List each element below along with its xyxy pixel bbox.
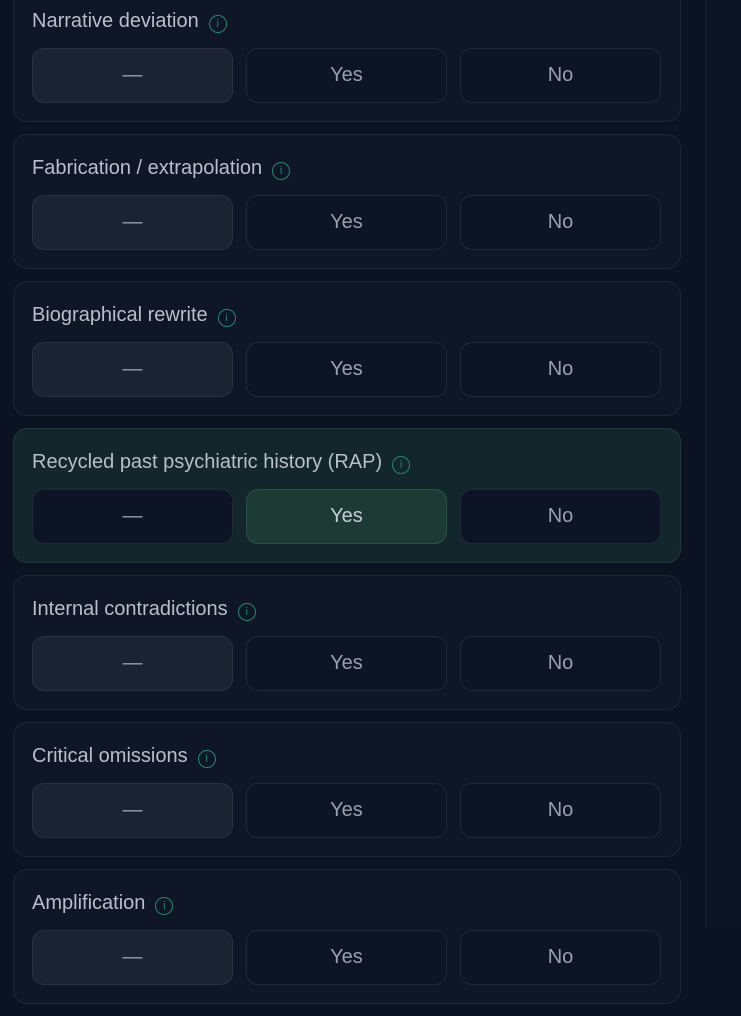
criterion-label: Critical omissions	[32, 745, 188, 767]
criterion-card-narrative-deviation: Narrative deviation i — Yes No	[13, 0, 681, 122]
option-dash-button[interactable]: —	[32, 636, 233, 691]
option-group: — Yes No	[32, 195, 661, 250]
option-yes-button[interactable]: Yes	[246, 783, 447, 838]
info-icon[interactable]: i	[237, 602, 256, 621]
option-group: — Yes No	[32, 48, 661, 103]
option-no-button[interactable]: No	[460, 783, 661, 838]
option-group: — Yes No	[32, 783, 661, 838]
right-scroll-rail	[705, 0, 741, 928]
option-dash-button[interactable]: —	[32, 783, 233, 838]
info-icon[interactable]: i	[272, 161, 291, 180]
option-no-button[interactable]: No	[460, 489, 661, 544]
option-group: — Yes No	[32, 636, 661, 691]
criterion-card-critical-omissions: Critical omissions i — Yes No	[13, 722, 681, 857]
option-yes-button[interactable]: Yes	[246, 489, 447, 544]
option-yes-button[interactable]: Yes	[246, 342, 447, 397]
option-dash-button[interactable]: —	[32, 342, 233, 397]
option-dash-button[interactable]: —	[32, 489, 233, 544]
option-group: — Yes No	[32, 489, 661, 544]
option-dash-button[interactable]: —	[32, 195, 233, 250]
criterion-label: Amplification	[32, 892, 146, 914]
criterion-card-amplification: Amplification i — Yes No	[13, 869, 681, 1004]
criteria-list: Narrative deviation i — Yes No Fabricati…	[13, 0, 681, 1016]
option-no-button[interactable]: No	[460, 636, 661, 691]
option-no-button[interactable]: No	[460, 195, 661, 250]
info-icon[interactable]: i	[197, 749, 216, 768]
option-yes-button[interactable]: Yes	[246, 48, 447, 103]
option-dash-button[interactable]: —	[32, 930, 233, 985]
option-no-button[interactable]: No	[460, 930, 661, 985]
option-no-button[interactable]: No	[460, 342, 661, 397]
option-yes-button[interactable]: Yes	[246, 195, 447, 250]
criterion-card-biographical-rewrite: Biographical rewrite i — Yes No	[13, 281, 681, 416]
criterion-label: Fabrication / extrapolation	[32, 157, 263, 179]
option-yes-button[interactable]: Yes	[246, 930, 447, 985]
option-group: — Yes No	[32, 930, 661, 985]
option-yes-button[interactable]: Yes	[246, 636, 447, 691]
criterion-label: Narrative deviation	[32, 10, 199, 32]
criterion-label: Biographical rewrite	[32, 304, 208, 326]
criterion-label: Internal contradictions	[32, 598, 228, 620]
option-no-button[interactable]: No	[460, 48, 661, 103]
info-icon[interactable]: i	[208, 14, 227, 33]
info-icon[interactable]: i	[392, 455, 411, 474]
info-icon[interactable]: i	[155, 896, 174, 915]
criterion-card-recycled-history: Recycled past psychiatric history (RAP) …	[13, 428, 681, 563]
info-icon[interactable]: i	[217, 308, 236, 327]
option-group: — Yes No	[32, 342, 661, 397]
criterion-card-internal-contradictions: Internal contradictions i — Yes No	[13, 575, 681, 710]
option-dash-button[interactable]: —	[32, 48, 233, 103]
criterion-card-fabrication: Fabrication / extrapolation i — Yes No	[13, 134, 681, 269]
criterion-label: Recycled past psychiatric history (RAP)	[32, 451, 383, 473]
